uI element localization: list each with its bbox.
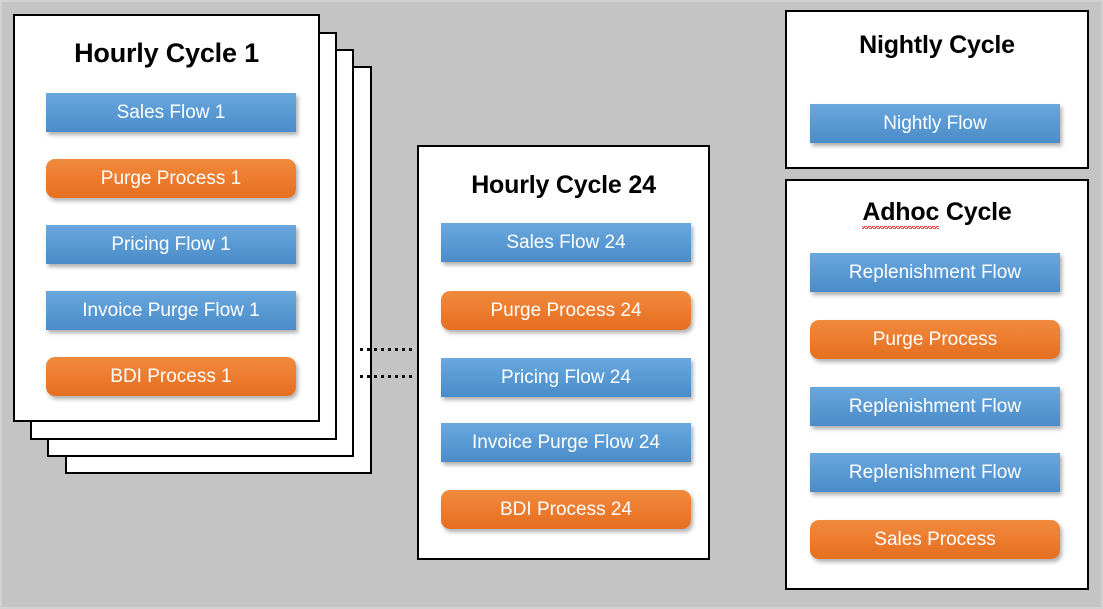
bar-sales-flow-1[interactable]: Sales Flow 1 (46, 93, 296, 132)
panel-hourly-cycle-1[interactable]: Hourly Cycle 1 Sales Flow 1 Purge Proces… (13, 14, 320, 422)
panel-adhoc-cycle[interactable]: Adhoc Cycle Replenishment Flow Purge Pro… (785, 179, 1089, 590)
panel-hourly-cycle-24[interactable]: Hourly Cycle 24 Sales Flow 24 Purge Proc… (417, 145, 710, 560)
panel-adhoc-cycle-title: Adhoc Cycle (787, 198, 1087, 229)
bar-pricing-flow-1[interactable]: Pricing Flow 1 (46, 225, 296, 264)
bar-purge-process-1[interactable]: Purge Process 1 (46, 159, 296, 198)
panel-hourly-cycle-24-title: Hourly Cycle 24 (471, 171, 656, 199)
bar-replenishment-flow-1[interactable]: Replenishment Flow (810, 253, 1060, 292)
bar-adhoc-purge-process[interactable]: Purge Process (810, 320, 1060, 359)
bar-purge-process-24[interactable]: Purge Process 24 (441, 291, 691, 330)
bar-pricing-flow-24[interactable]: Pricing Flow 24 (441, 358, 691, 397)
diagram-canvas: Hourly Cycle 1 Sales Flow 1 Purge Proces… (0, 0, 1103, 609)
bar-nightly-flow[interactable]: Nightly Flow (810, 104, 1060, 143)
bar-replenishment-flow-2[interactable]: Replenishment Flow (810, 387, 1060, 426)
bar-bdi-process-24[interactable]: BDI Process 24 (441, 490, 691, 529)
bar-replenishment-flow-3[interactable]: Replenishment Flow (810, 453, 1060, 492)
panel-nightly-cycle[interactable]: Nightly Cycle Nightly Flow (785, 10, 1089, 169)
panel-nightly-cycle-title: Nightly Cycle (859, 31, 1015, 59)
lower-dotted-connector (360, 375, 415, 378)
bar-bdi-process-1[interactable]: BDI Process 1 (46, 357, 296, 396)
adhoc-misspelled-word: Adhoc (862, 198, 939, 229)
bar-invoice-purge-flow-24[interactable]: Invoice Purge Flow 24 (441, 423, 691, 462)
bar-invoice-purge-flow-1[interactable]: Invoice Purge Flow 1 (46, 291, 296, 330)
upper-dotted-connector (360, 348, 415, 351)
adhoc-title-rest: Cycle (939, 198, 1012, 226)
bar-adhoc-sales-process[interactable]: Sales Process (810, 520, 1060, 559)
panel-hourly-cycle-1-title: Hourly Cycle 1 (74, 38, 259, 68)
bar-sales-flow-24[interactable]: Sales Flow 24 (441, 223, 691, 262)
